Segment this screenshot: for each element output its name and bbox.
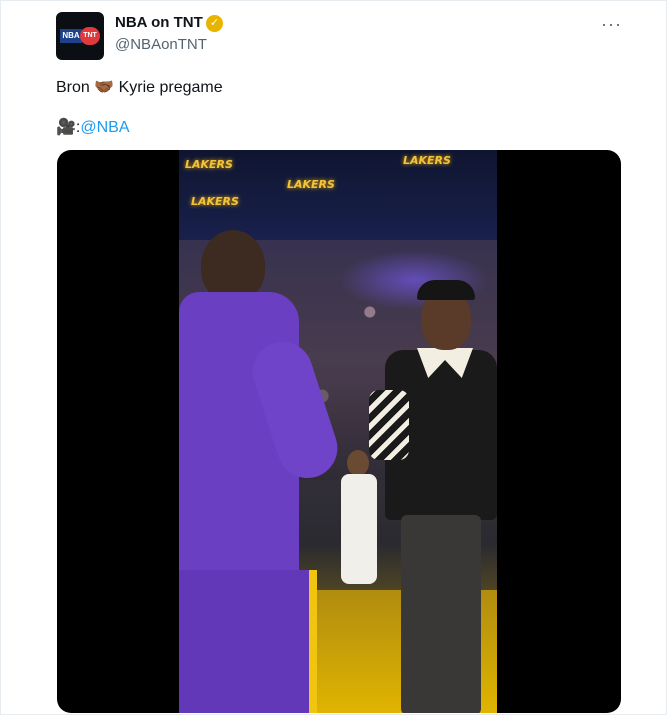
player-cap xyxy=(417,280,475,300)
player-kyrie xyxy=(349,280,497,713)
arena-banner: LAKERS xyxy=(191,195,239,208)
tweet-credit: 🎥: @NBA xyxy=(56,117,130,137)
shirt-stripes xyxy=(369,390,409,460)
video-player[interactable]: LAKERS LAKERS LAKERS LAKERS xyxy=(57,150,621,713)
player-pants xyxy=(401,515,481,713)
tweet-text: Bron 🤝🏾 Kyrie pregame xyxy=(56,79,223,96)
tnt-logo: TNT xyxy=(80,27,100,45)
video-frame[interactable]: LAKERS LAKERS LAKERS LAKERS xyxy=(179,150,497,713)
more-options-icon[interactable]: ··· xyxy=(601,14,622,35)
arena-banner: LAKERS xyxy=(185,158,233,171)
nba-logo: NBA xyxy=(60,29,82,43)
arena-banner: LAKERS xyxy=(403,154,451,167)
player-lebron xyxy=(179,230,346,713)
author-handle[interactable]: @NBAonTNT xyxy=(115,36,207,53)
mention-link[interactable]: @NBA xyxy=(80,119,129,136)
tweet-card[interactable]: NBA TNT NBA on TNT ✓ @NBAonTNT ··· Bron … xyxy=(0,0,667,715)
player-pants xyxy=(179,570,317,713)
camera-icon: 🎥: xyxy=(56,119,81,136)
verified-badge-icon: ✓ xyxy=(206,15,223,32)
author-name[interactable]: NBA on TNT xyxy=(115,14,203,31)
arena-banner: LAKERS xyxy=(287,178,335,191)
avatar[interactable]: NBA TNT xyxy=(56,12,104,60)
